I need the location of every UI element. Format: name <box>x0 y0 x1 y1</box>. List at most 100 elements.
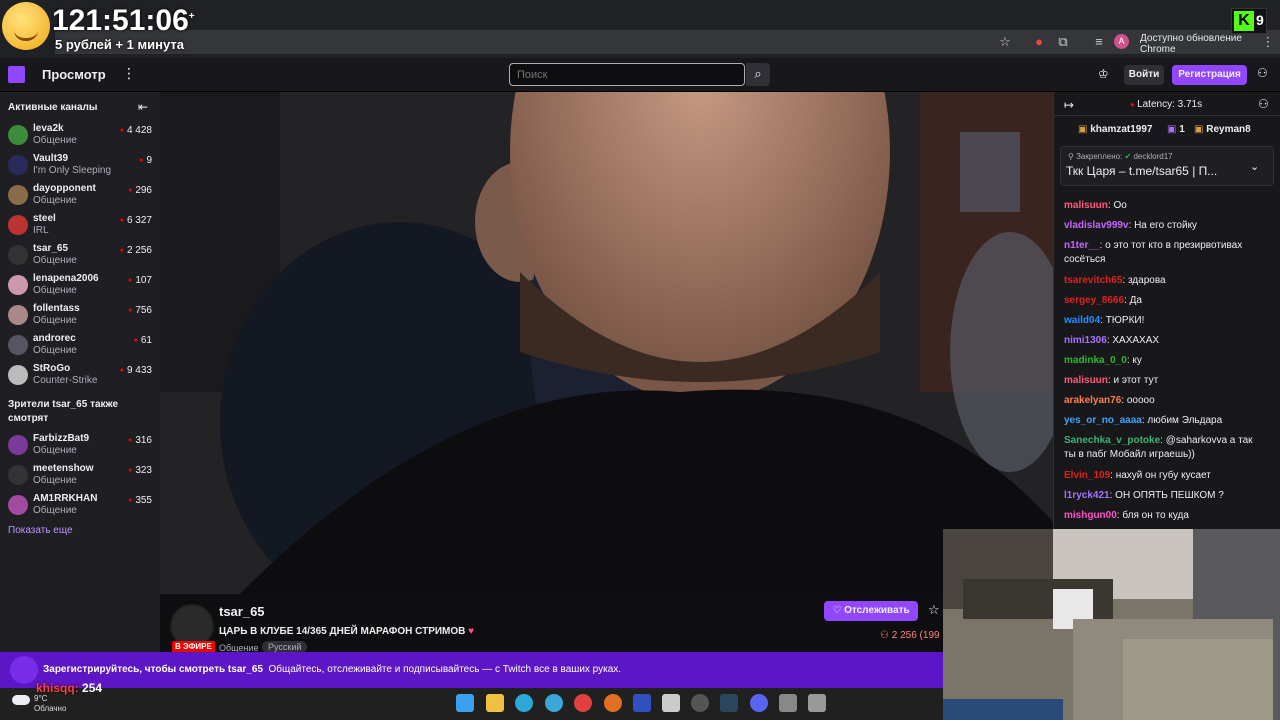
gifter-1[interactable]: ▣ khamzat1997 <box>1078 124 1153 135</box>
profile-avatar[interactable]: A <box>1114 34 1129 49</box>
gifter-2[interactable]: ▣ Reyman8 <box>1194 124 1251 135</box>
calculator-icon[interactable] <box>808 694 826 712</box>
chat-username[interactable]: tsarevitch65 <box>1064 275 1122 286</box>
channel-viewers: 107 <box>128 275 152 286</box>
chat-message: madinka_0_0: ку <box>1064 355 1142 366</box>
kick-donor-overlay: khisqq: 254 <box>36 681 103 695</box>
search-input[interactable] <box>509 63 745 86</box>
channel-avatar <box>8 155 28 175</box>
channel-category: Общение <box>33 445 77 456</box>
sidebar-channel[interactable]: FarbizzBat9Общение 316 <box>0 431 160 461</box>
chat-message: Elvin_109: нахуй он губу кусает <box>1064 470 1211 481</box>
file-explorer-icon[interactable] <box>486 694 504 712</box>
cloud-icon[interactable] <box>12 695 30 705</box>
sidebar-channel[interactable]: Vault39I'm Only Sleeping 9 <box>0 151 160 181</box>
check-icon: ✔ <box>1124 152 1132 161</box>
login-button[interactable]: Войти <box>1124 65 1164 85</box>
chat-username[interactable]: madinka_0_0 <box>1064 355 1127 366</box>
viewer-count: ⚇ 2 256 (199 <box>880 630 940 641</box>
app-icon[interactable] <box>604 694 622 712</box>
windows-start-icon[interactable] <box>456 694 474 712</box>
channel-name: FarbizzBat9 <box>33 433 90 444</box>
channel-category: IRL <box>33 225 49 236</box>
chart-app-icon[interactable] <box>633 694 651 712</box>
chat-username[interactable]: l1ryck421 <box>1064 490 1110 501</box>
star-icon[interactable]: ☆ <box>928 602 940 618</box>
sidebar-channel[interactable]: meetenshowОбщение 323 <box>0 461 160 491</box>
chat-username[interactable]: mishgun00 <box>1064 510 1117 521</box>
channel-avatar <box>8 125 28 145</box>
sidebar-channel[interactable]: leva2kОбщение 4 428 <box>0 121 160 151</box>
channel-viewers: 316 <box>128 435 152 446</box>
sidebar-channel[interactable]: StRoGoCounter-Strike 9 433 <box>0 361 160 391</box>
media-control-icon[interactable]: ≡ <box>1090 33 1108 51</box>
chrome-icon[interactable] <box>574 694 592 712</box>
chat-message: vladislav999v: На его стойку <box>1064 220 1198 231</box>
edge-icon[interactable] <box>515 694 533 712</box>
bookmark-star-icon[interactable]: ☆ <box>996 33 1014 51</box>
chat-username[interactable]: vladislav999v <box>1064 220 1129 231</box>
chat-username[interactable]: arakelyan76 <box>1064 395 1121 406</box>
menu-dots-icon[interactable]: ⋮ <box>1259 33 1277 51</box>
channel-category: Общение <box>33 475 77 486</box>
sidebar-channel[interactable]: lenapena2006Общение 107 <box>0 271 160 301</box>
chat-message: tsarevitch65: здарова <box>1064 275 1166 286</box>
chevron-down-icon[interactable]: ⌄ <box>1250 160 1259 173</box>
person-icon: ⚇ <box>880 630 892 641</box>
chat-text: ТЮРКИ! <box>1105 315 1145 326</box>
chat-username[interactable]: malisuun <box>1064 375 1108 386</box>
show-more-link[interactable]: Показать еще <box>8 525 73 536</box>
chat-username[interactable]: Elvin_109 <box>1064 470 1110 481</box>
channel-avatar <box>8 185 28 205</box>
channel-name: StRoGo <box>33 363 71 374</box>
steam-icon[interactable] <box>720 694 738 712</box>
sidebar-channel[interactable]: AM1RRKHANОбщение 355 <box>0 491 160 521</box>
gift-icon: ▣ <box>1194 124 1207 135</box>
chat-username[interactable]: waild04 <box>1064 315 1100 326</box>
stream-title: ЦАРЬ В КЛУБЕ 14/365 ДНЕЙ МАРАФОН СТРИМОВ… <box>219 626 475 637</box>
search-icon[interactable]: ⌕ <box>746 63 770 86</box>
collapse-chat-icon[interactable]: ↦ <box>1064 98 1074 112</box>
register-button[interactable]: Регистрация <box>1172 65 1247 85</box>
telegram-icon[interactable] <box>545 694 563 712</box>
more-dots-icon[interactable]: ⋮ <box>122 65 136 82</box>
chat-message: sergey_8666: Да <box>1064 295 1142 306</box>
settings-gear-icon[interactable] <box>779 694 797 712</box>
video-frame <box>160 92 1053 594</box>
chat-username[interactable]: yes_or_no_aaaa <box>1064 415 1142 426</box>
chat-username[interactable]: nimi1306 <box>1064 335 1107 346</box>
also-watching-heading: Зрители tsar_65 также смотрят <box>8 399 119 424</box>
obs-icon[interactable] <box>662 694 680 712</box>
chat-text: На его стойку <box>1134 220 1198 231</box>
discord-icon[interactable] <box>750 694 768 712</box>
sidebar-channel[interactable]: tsar_65Общение 2 256 <box>0 241 160 271</box>
chat-username[interactable]: malisuun <box>1064 200 1108 211</box>
browse-link[interactable]: Просмотр <box>42 67 106 82</box>
prime-crown-icon[interactable]: ♔ <box>1098 67 1109 81</box>
streamer-name[interactable]: tsar_65 <box>219 604 265 619</box>
collapse-sidebar-icon[interactable]: ⇤ <box>138 100 148 114</box>
sidebar-channel[interactable]: dayopponentОбщение 296 <box>0 181 160 211</box>
chat-message: yes_or_no_aaaa: любим Эльдара <box>1064 415 1223 426</box>
chat-text: ХАХАХАХ <box>1112 335 1160 346</box>
sidebar-channel[interactable]: androrecОбщение 61 <box>0 331 160 361</box>
chat-users-icon[interactable]: ⚇ <box>1258 97 1269 111</box>
chat-username[interactable]: n1ter__ <box>1064 240 1100 251</box>
puzzle-extensions-icon[interactable]: ⧉ <box>1054 33 1072 51</box>
chat-username[interactable]: Sanechka_v_potoke <box>1064 435 1160 446</box>
chat-message: n1ter__: о это тот кто в презирвотивах с… <box>1064 240 1243 265</box>
extension-icon[interactable]: ● <box>1030 33 1048 51</box>
user-menu-icon[interactable]: ⚇ <box>1257 66 1268 80</box>
streaming-app-icon[interactable] <box>691 694 709 712</box>
twitch-logo-icon[interactable] <box>8 66 25 83</box>
sidebar-channel[interactable]: steelIRL 6 327 <box>0 211 160 241</box>
chat-username[interactable]: sergey_8666 <box>1064 295 1124 306</box>
video-player[interactable] <box>160 92 1053 594</box>
channel-category: Общение <box>33 195 77 206</box>
channel-viewers: 9 433 <box>120 365 152 376</box>
follow-button[interactable]: ♡ Отслеживать <box>824 601 918 621</box>
sidebar-channel[interactable]: follentassОбщение 756 <box>0 301 160 331</box>
pinned-label: ⚲ Закреплено: ✔ decklord17 <box>1068 152 1173 161</box>
webcam-overlay <box>943 529 1280 720</box>
chat-text: бля он то куда <box>1122 510 1189 521</box>
